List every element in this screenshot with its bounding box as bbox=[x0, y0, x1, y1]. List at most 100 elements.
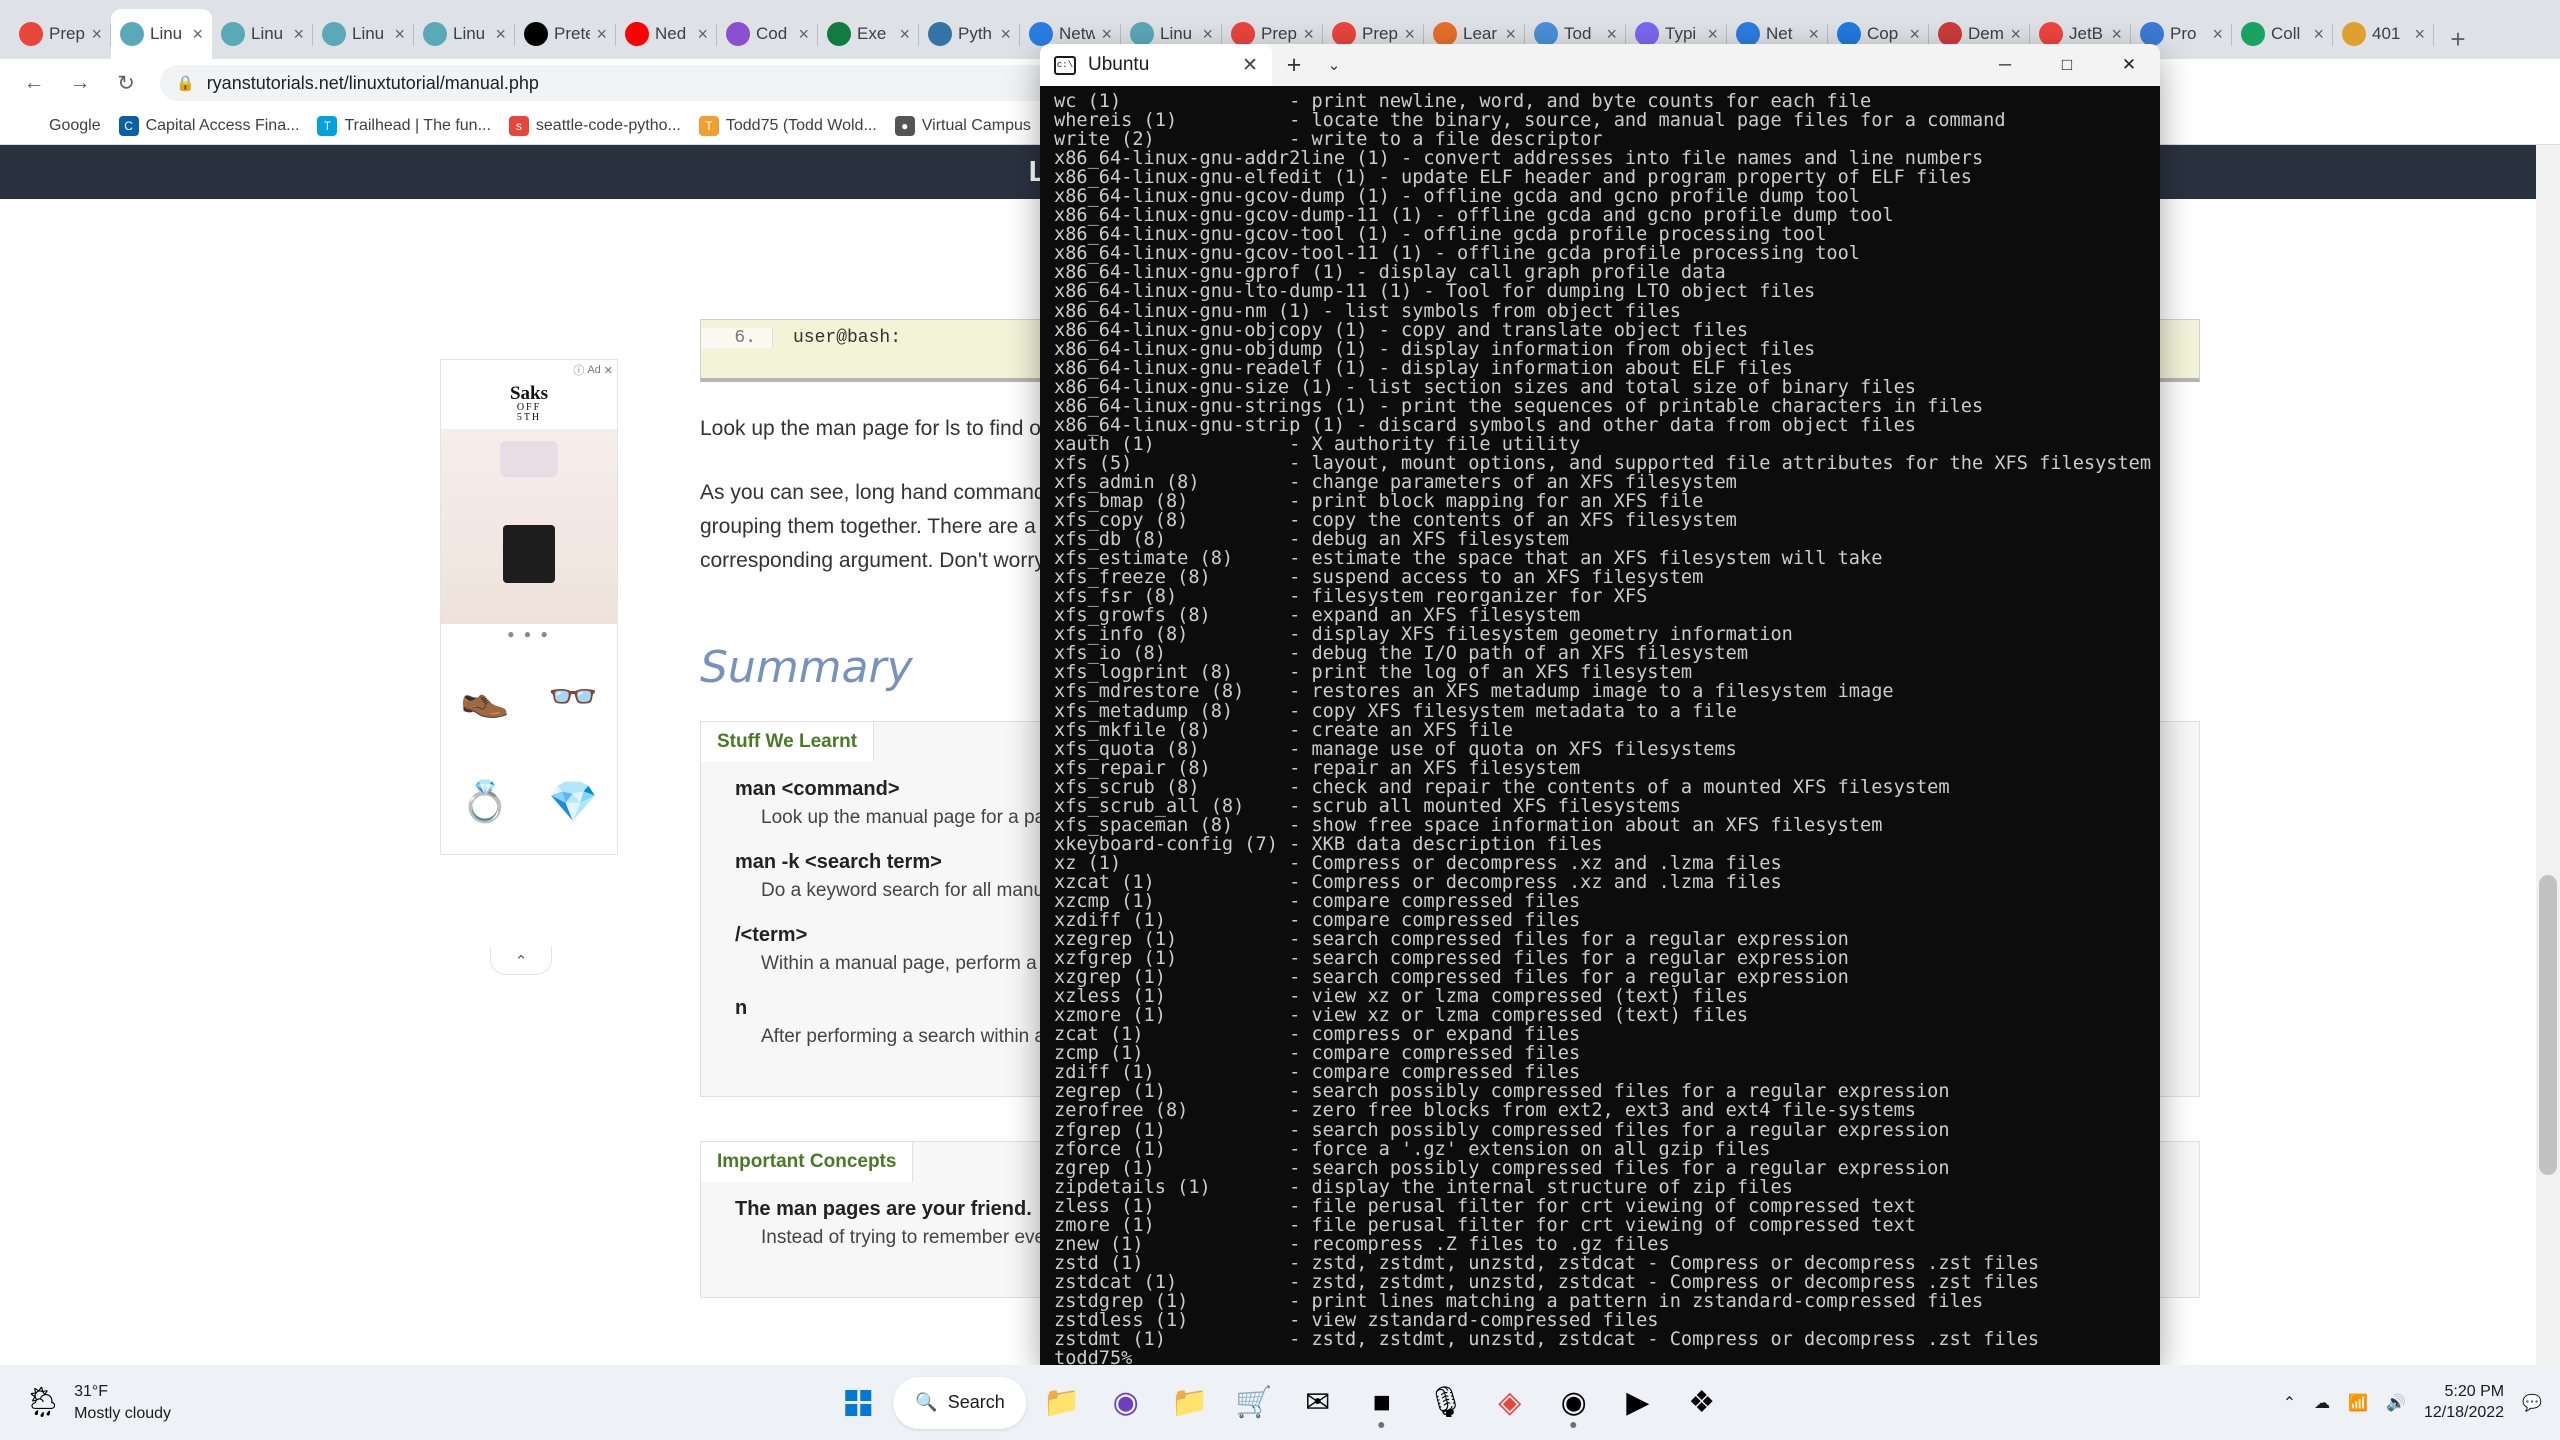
terminal-line-51: zdiff (1) - compare compressed files bbox=[1054, 1062, 1581, 1084]
page-scrollbar-track[interactable] bbox=[2536, 145, 2560, 1399]
browser-tab-8[interactable]: Exe × bbox=[818, 9, 919, 59]
tab-close-icon[interactable]: × bbox=[2414, 24, 2425, 45]
terminal-output[interactable]: wc (1) - print newline, word, and byte c… bbox=[1040, 86, 2160, 1366]
ad-product-4[interactable]: 💎 bbox=[529, 749, 617, 854]
bookmark-label: Trailhead | The fun... bbox=[344, 116, 491, 134]
taskbar-search[interactable]: 🔍 Search bbox=[893, 1376, 1027, 1429]
start-button[interactable] bbox=[829, 1374, 887, 1432]
bookmark-5[interactable]: ● Virtual Campus bbox=[887, 112, 1039, 140]
tab-close-icon[interactable]: × bbox=[1303, 24, 1314, 45]
browser-tab-9[interactable]: Pyth × bbox=[919, 9, 1020, 59]
tab-close-icon[interactable]: × bbox=[2010, 24, 2021, 45]
tab-close-icon[interactable]: × bbox=[1606, 24, 1617, 45]
weather-widget[interactable]: 🌦 31°F Mostly cloudy bbox=[0, 1381, 171, 1424]
ad-image bbox=[441, 429, 617, 624]
browser-tab-4[interactable]: Linu × bbox=[414, 9, 515, 59]
tab-close-icon[interactable]: × bbox=[697, 24, 708, 45]
taskbar-clock[interactable]: 5:20 PM 12/18/2022 bbox=[2424, 1382, 2504, 1424]
tab-close-icon[interactable]: × bbox=[192, 24, 203, 45]
browser-tab-1[interactable]: Linu × bbox=[111, 9, 212, 59]
tab-close-icon[interactable]: × bbox=[2111, 24, 2122, 45]
tab-close-icon[interactable]: × bbox=[1202, 24, 1213, 45]
browser-tab-22[interactable]: Coll × bbox=[2232, 9, 2333, 59]
ad-product-3[interactable]: 💍 bbox=[441, 749, 529, 854]
terminal-line-1: whereis (1) - locate the binary, source,… bbox=[1054, 110, 2006, 132]
back-icon[interactable]: ← bbox=[14, 63, 54, 103]
bookmark-1[interactable]: C Capital Access Fina... bbox=[111, 112, 308, 140]
tab-close-icon[interactable]: × bbox=[1000, 24, 1011, 45]
taskbar-icon-store[interactable]: 🛒 bbox=[1225, 1374, 1283, 1432]
taskbar-icon-folder[interactable]: 📁 bbox=[1161, 1374, 1219, 1432]
terminal-maximize-button[interactable]: □ bbox=[2036, 44, 2098, 86]
tab-close-icon[interactable]: × bbox=[1101, 24, 1112, 45]
taskbar-icon-media[interactable]: ▶ bbox=[1609, 1374, 1667, 1432]
tab-close-icon[interactable]: × bbox=[596, 24, 607, 45]
sidebar-ad[interactable]: ⓘ Ad ✕ Saks OFF 5TH ● ● ● 👞 👓 💍 💎 bbox=[440, 359, 618, 855]
bookmark-0[interactable]: G Google bbox=[14, 112, 109, 140]
terminal-drag-area[interactable] bbox=[1352, 44, 1974, 86]
forward-icon[interactable]: → bbox=[60, 63, 100, 103]
tab-close-icon[interactable]: × bbox=[293, 24, 304, 45]
terminal-minimize-button[interactable]: ─ bbox=[1974, 44, 2036, 86]
taskbar-icon-apps[interactable]: ❖ bbox=[1673, 1374, 1731, 1432]
tab-close-icon[interactable]: × bbox=[1404, 24, 1415, 45]
ad-product-2[interactable]: 👓 bbox=[529, 644, 617, 749]
browser-tab-6[interactable]: Ned × bbox=[616, 9, 717, 59]
terminal-titlebar[interactable]: c:\ Ubuntu ✕ + ⌄ ─ □ ✕ bbox=[1040, 44, 2160, 86]
reload-icon[interactable]: ↻ bbox=[106, 63, 146, 103]
tray-volume-icon[interactable]: 🔊 bbox=[2386, 1393, 2406, 1413]
tab-close-icon[interactable]: × bbox=[1707, 24, 1718, 45]
terminal-window[interactable]: c:\ Ubuntu ✕ + ⌄ ─ □ ✕ wc (1) - print ne… bbox=[1040, 44, 2160, 1366]
bookmark-2[interactable]: T Trailhead | The fun... bbox=[309, 112, 498, 140]
browser-tab-23[interactable]: 401 × bbox=[2333, 9, 2434, 59]
ad-close-icon[interactable]: ✕ bbox=[604, 364, 613, 377]
terminal-chevron-down-icon[interactable]: ⌄ bbox=[1316, 44, 1352, 86]
terminal-close-button[interactable]: ✕ bbox=[2098, 44, 2160, 86]
tab-close-icon[interactable]: × bbox=[2313, 24, 2324, 45]
tab-close-icon[interactable]: × bbox=[1808, 24, 1819, 45]
browser-tab-5[interactable]: Prete × bbox=[515, 9, 616, 59]
tab-close-icon[interactable]: × bbox=[1909, 24, 1920, 45]
terminal-tab-ubuntu[interactable]: c:\ Ubuntu ✕ bbox=[1040, 44, 1272, 86]
browser-tab-2[interactable]: Linu × bbox=[212, 9, 313, 59]
search-label: Search bbox=[947, 1392, 1005, 1412]
bookmark-favicon-icon: ● bbox=[894, 115, 915, 136]
tab-close-icon[interactable]: × bbox=[2212, 24, 2223, 45]
tab-favicon-icon bbox=[2241, 22, 2265, 46]
tab-close-icon[interactable]: × bbox=[1505, 24, 1516, 45]
ad-carousel-dots[interactable]: ● ● ● bbox=[441, 624, 617, 644]
terminal-line-19: xfs (5) - layout, mount options, and sup… bbox=[1054, 452, 2152, 474]
taskbar-icon-terminal[interactable]: ■ bbox=[1353, 1374, 1411, 1432]
taskbar-icon-edge[interactable]: ◉ bbox=[1097, 1374, 1155, 1432]
new-tab-button[interactable]: + bbox=[2438, 19, 2478, 59]
tray-onedrive-icon[interactable]: ☁ bbox=[2314, 1393, 2330, 1413]
tab-close-icon[interactable]: × bbox=[899, 24, 910, 45]
taskbar-icon-mail[interactable]: ✉ bbox=[1289, 1374, 1347, 1432]
taskbar-icon-file-explorer[interactable]: 📁 bbox=[1033, 1374, 1091, 1432]
browser-tab-7[interactable]: Cod × bbox=[717, 9, 818, 59]
terminal-line-14: x86_64-linux-gnu-readelf (1) - display i… bbox=[1054, 357, 1793, 379]
terminal-new-tab-button[interactable]: + bbox=[1272, 44, 1316, 86]
tab-close-icon[interactable]: × bbox=[91, 24, 102, 45]
taskbar-icon-sound[interactable]: 🎙 bbox=[1417, 1374, 1475, 1432]
tab-close-icon[interactable]: × bbox=[394, 24, 405, 45]
tab-close-icon[interactable]: × bbox=[495, 24, 506, 45]
terminal-line-35: xfs_repair (8) - repair an XFS filesyste… bbox=[1054, 757, 1581, 779]
taskbar-icon-chrome[interactable]: ◉ bbox=[1545, 1374, 1603, 1432]
ad-collapse-button[interactable]: ⌃ bbox=[490, 947, 552, 975]
browser-tab-3[interactable]: Linu × bbox=[313, 9, 414, 59]
taskbar-icon-vscode[interactable]: ◈ bbox=[1481, 1374, 1539, 1432]
tray-network-icon[interactable]: 📶 bbox=[2348, 1393, 2368, 1413]
bookmark-4[interactable]: T Todd75 (Todd Wold... bbox=[691, 112, 885, 140]
page-scrollbar-thumb[interactable] bbox=[2539, 875, 2557, 1175]
terminal-tab-close-icon[interactable]: ✕ bbox=[1242, 54, 1258, 77]
browser-tab-0[interactable]: Prep × bbox=[10, 9, 111, 59]
tray-chevron-icon[interactable]: ⌃ bbox=[2283, 1393, 2296, 1413]
terminal-icon: c:\ bbox=[1054, 55, 1076, 75]
terminal-line-2: write (2) - write to a file descriptor bbox=[1054, 129, 1603, 151]
bookmark-3[interactable]: s seattle-code-pytho... bbox=[501, 112, 689, 140]
terminal-line-45: xzfgrep (1) - search compressed files fo… bbox=[1054, 948, 1849, 970]
tray-notification-icon[interactable]: 💬 bbox=[2522, 1393, 2542, 1413]
tab-close-icon[interactable]: × bbox=[798, 24, 809, 45]
ad-product-1[interactable]: 👞 bbox=[441, 644, 529, 749]
